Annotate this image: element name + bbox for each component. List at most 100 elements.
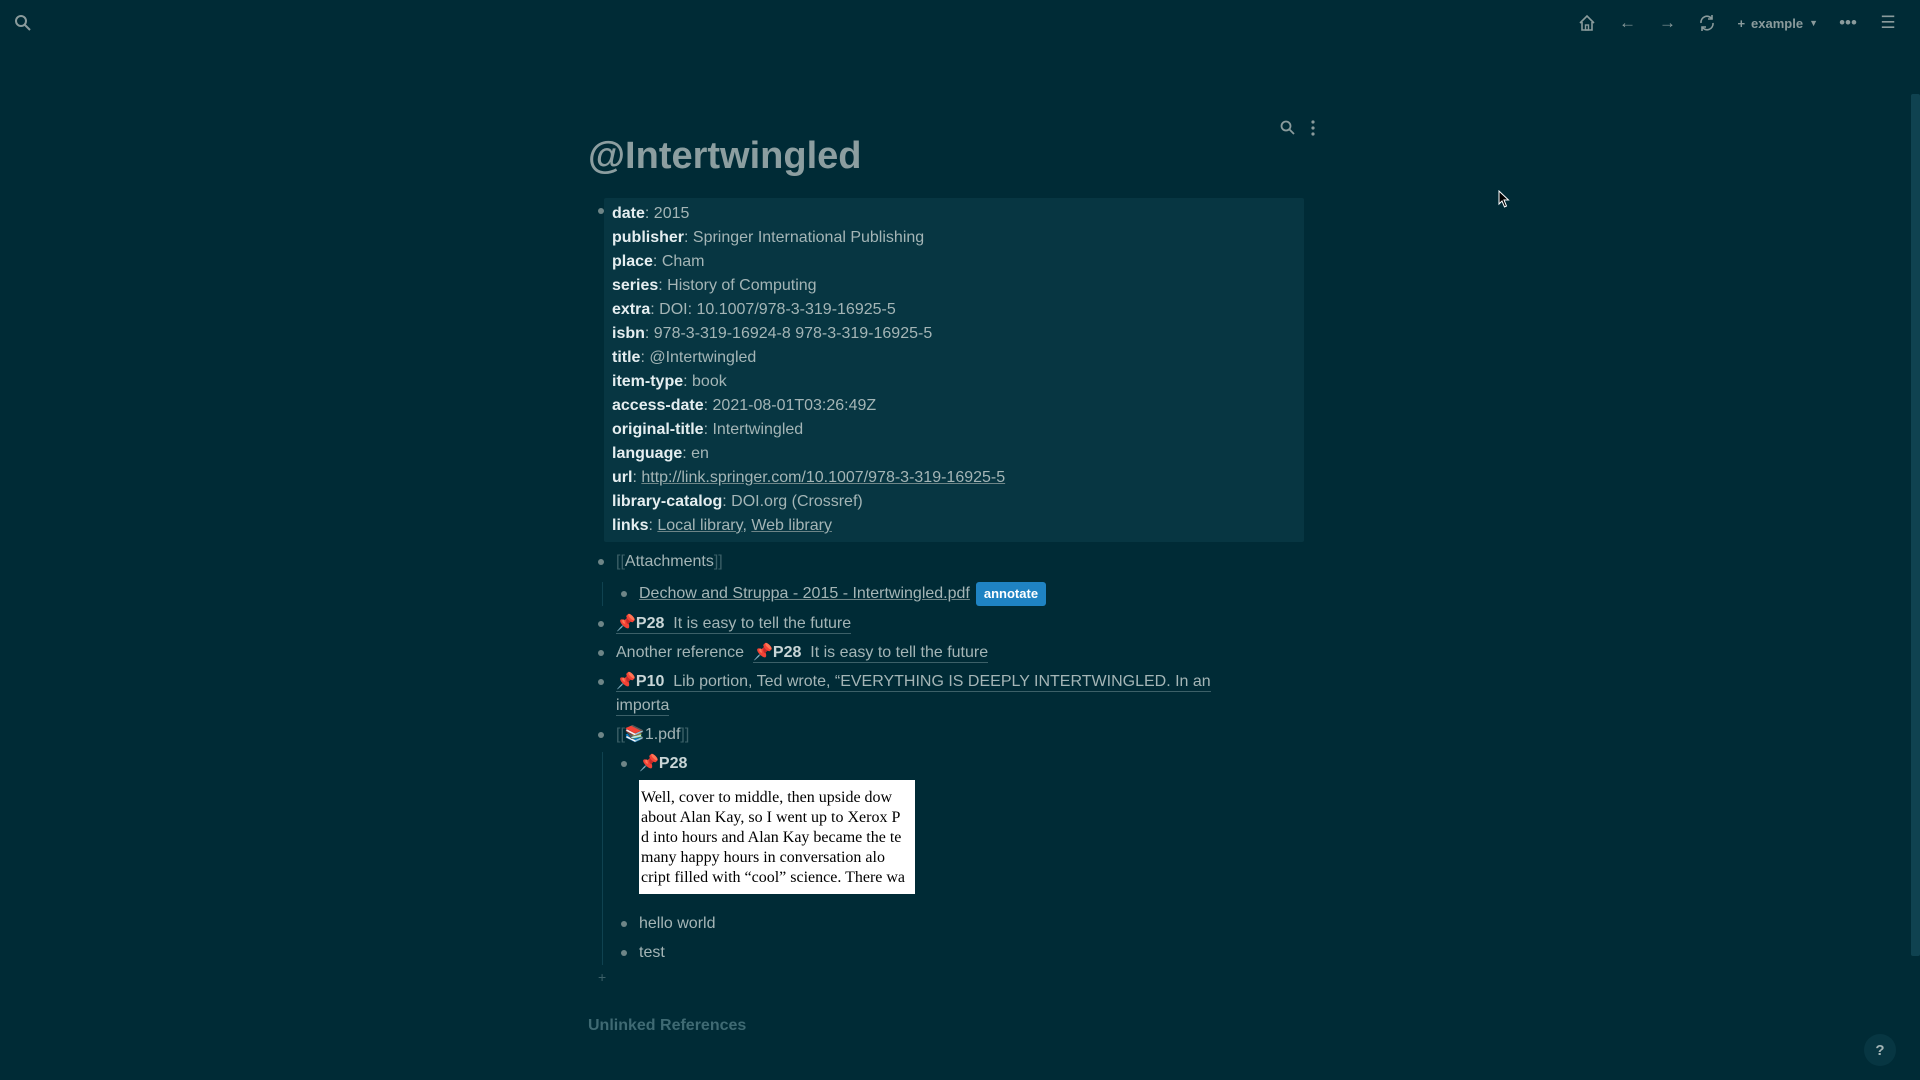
pdf-highlight-block[interactable]: 📌P28 Well, cover to middle, then upside … xyxy=(621,752,1328,894)
property-row-publisher: publisher: Springer International Publis… xyxy=(612,229,925,246)
property-key: series xyxy=(612,277,659,294)
block-reference[interactable]: 📌P10 Lib portion, Ted wrote, “EVERYTHING… xyxy=(616,673,1211,692)
mouse-cursor-icon xyxy=(1498,190,1510,208)
scrollbar-thumb[interactable] xyxy=(1911,94,1920,956)
top-bar: ← → + example ▼ ••• ☰ xyxy=(0,0,1920,46)
attachments-block[interactable]: [[Attachments]] xyxy=(588,550,1328,574)
plus-icon: + xyxy=(1737,15,1746,31)
property-row-url: url: http://link.springer.com/10.1007/97… xyxy=(612,469,1006,486)
toolbar-right: ← → + example ▼ ••• ☰ xyxy=(1567,10,1908,36)
bullet[interactable] xyxy=(598,679,604,685)
bullet[interactable] xyxy=(621,761,627,767)
unlinked-references-toggle[interactable]: Unlinked References xyxy=(588,1017,1328,1035)
attachments-children: Dechow and Struppa - 2015 - Intertwingle… xyxy=(602,582,1328,606)
property-key: date xyxy=(612,205,645,222)
property-row-date: date: 2015 xyxy=(612,205,690,222)
pdf-page-children: 📌P28 Well, cover to middle, then upside … xyxy=(602,752,1328,965)
home-icon[interactable] xyxy=(1567,10,1607,36)
graph-name: example xyxy=(1751,15,1804,31)
property-value: Springer International Publishing xyxy=(692,229,925,246)
property-key: extra xyxy=(612,301,651,318)
block-reference[interactable]: 📌P28 It is easy to tell the future xyxy=(616,615,852,634)
property-key: language xyxy=(612,445,683,462)
highlight-reference-block[interactable]: 📌P28 It is easy to tell the future xyxy=(588,612,1328,636)
property-value: en xyxy=(691,445,709,462)
scrollbar-track[interactable] xyxy=(1910,46,1920,1080)
property-value: 2021-08-01T03:26:49Z xyxy=(712,397,877,414)
block-reference-continuation[interactable]: importa xyxy=(616,697,670,716)
page-more-icon[interactable] xyxy=(1310,120,1316,136)
property-key: title xyxy=(612,349,641,366)
chevron-down-icon: ▼ xyxy=(1809,18,1818,28)
pin-icon: 📌 xyxy=(616,615,636,632)
back-arrow-icon[interactable]: ← xyxy=(1607,10,1647,36)
bullet[interactable] xyxy=(621,591,627,597)
property-list: date: 2015 publisher: Springer Internatio… xyxy=(612,202,1296,466)
bullet[interactable] xyxy=(621,921,627,927)
forward-arrow-icon[interactable]: → xyxy=(1647,10,1687,36)
property-row-original-title: original-title: Intertwingled xyxy=(612,421,804,438)
attachments-link[interactable]: Attachments xyxy=(625,553,714,570)
graph-selector-button[interactable]: + example ▼ xyxy=(1727,10,1828,36)
attachment-item[interactable]: Dechow and Struppa - 2015 - Intertwingle… xyxy=(621,582,1328,606)
property-value: History of Computing xyxy=(667,277,817,294)
bullet[interactable] xyxy=(598,208,604,214)
bullet[interactable] xyxy=(598,650,604,656)
property-key: item-type xyxy=(612,373,684,390)
help-button[interactable]: ? xyxy=(1864,1034,1896,1066)
highlight-image[interactable]: Well, cover to middle, then upside dow a… xyxy=(639,780,915,894)
properties-box[interactable]: date: 2015 publisher: Springer Internatio… xyxy=(604,198,1304,542)
property-row-series: series: History of Computing xyxy=(612,277,817,294)
more-icon[interactable]: ••• xyxy=(1828,10,1868,36)
bullet[interactable] xyxy=(621,950,627,956)
bullet[interactable] xyxy=(598,621,604,627)
property-row-library-catalog: library-catalog: DOI.org (Crossref) xyxy=(612,493,863,510)
search-icon[interactable] xyxy=(14,14,34,34)
add-block-row: + xyxy=(588,965,1328,993)
page-title[interactable]: @Intertwingled xyxy=(588,126,1328,186)
pin-icon: 📌 xyxy=(616,673,636,690)
property-value: @Intertwingled xyxy=(649,349,757,366)
pdf-page-block[interactable]: [[📚1.pdf]] xyxy=(588,723,1328,747)
property-row-item-type: item-type: book xyxy=(612,373,727,390)
intertwingled-reference-block[interactable]: 📌P10 Lib portion, Ted wrote, “EVERYTHING… xyxy=(588,670,1316,718)
list-item[interactable]: test xyxy=(621,941,1328,965)
property-key: original-title xyxy=(612,421,704,438)
property-key: isbn xyxy=(612,325,645,342)
menu-icon[interactable]: ☰ xyxy=(1868,10,1908,36)
property-row-place: place: Cham xyxy=(612,253,705,270)
property-value: 2015 xyxy=(653,205,690,222)
refresh-icon[interactable] xyxy=(1687,10,1727,36)
property-value: DOI: 10.1007/978-3-319-16925-5 xyxy=(659,301,896,318)
local-library-link[interactable]: Local library xyxy=(657,517,742,534)
property-row-links: links: Local library, Web library xyxy=(612,517,832,534)
list-item[interactable]: hello world xyxy=(621,912,1328,936)
pdf-page-link[interactable]: 1.pdf xyxy=(645,726,681,743)
property-key: place xyxy=(612,253,653,270)
url-link[interactable]: http://link.springer.com/10.1007/978-3-3… xyxy=(641,469,1005,486)
page-search-icon[interactable] xyxy=(1280,120,1296,136)
properties-block[interactable]: date: 2015 publisher: Springer Internatio… xyxy=(588,198,1328,542)
another-reference-block[interactable]: Another reference 📌P28 It is easy to tel… xyxy=(588,641,1328,665)
pin-icon: 📌 xyxy=(752,644,773,661)
property-row-title: title: @Intertwingled xyxy=(612,349,757,366)
annotate-button[interactable]: annotate xyxy=(975,582,1047,606)
pin-icon: 📌 xyxy=(639,755,659,772)
property-key: access-date xyxy=(612,397,704,414)
property-value: Intertwingled xyxy=(712,421,804,438)
add-block-icon[interactable]: + xyxy=(598,969,606,985)
property-value: book xyxy=(692,373,727,390)
page-tools xyxy=(1280,120,1316,136)
property-value: Cham xyxy=(661,253,705,270)
property-value: 978-3-319-16924-8 978-3-319-16925-5 xyxy=(653,325,933,342)
property-row-extra: extra: DOI: 10.1007/978-3-319-16925-5 xyxy=(612,301,896,318)
attachment-pdf-link[interactable]: Dechow and Struppa - 2015 - Intertwingle… xyxy=(639,585,970,602)
web-library-link[interactable]: Web library xyxy=(751,517,832,534)
property-row-access-date: access-date: 2021-08-01T03:26:49Z xyxy=(612,397,877,414)
bullet[interactable] xyxy=(598,732,604,738)
property-row-isbn: isbn: 978-3-319-16924-8 978-3-319-16925-… xyxy=(612,325,933,342)
bullet[interactable] xyxy=(598,559,604,565)
block-reference[interactable]: 📌P28 It is easy to tell the future xyxy=(752,644,989,663)
books-icon: 📚 xyxy=(624,726,645,743)
property-key: publisher xyxy=(612,229,685,246)
